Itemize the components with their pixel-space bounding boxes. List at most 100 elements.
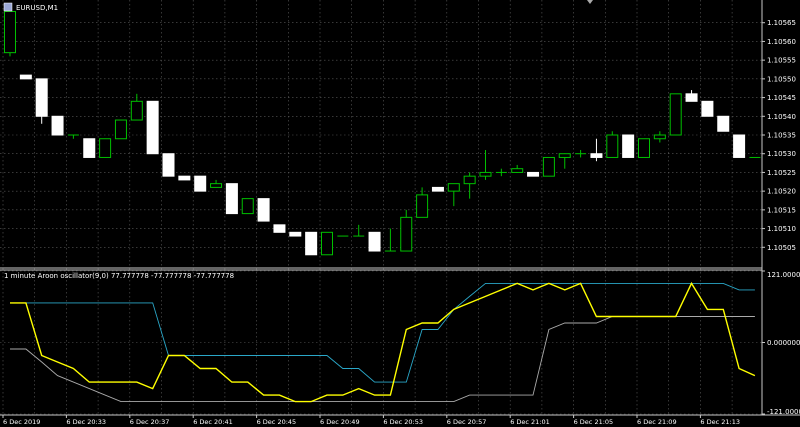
candle (67, 134, 79, 139)
candle-body (416, 194, 429, 218)
candle-body (733, 134, 746, 158)
candle-body (225, 183, 238, 215)
candle (479, 149, 492, 180)
candle (463, 172, 476, 199)
candle (622, 134, 635, 158)
aroon-series (10, 281, 756, 403)
candle (83, 138, 96, 158)
time-tick-label: 6 Dec 21:13 (700, 418, 740, 426)
candle-body (511, 168, 524, 173)
candle-body (35, 78, 48, 117)
candle-body (542, 156, 555, 177)
indicator-tick-label: 121.000000 (767, 271, 800, 279)
candle (669, 93, 682, 136)
candle (178, 175, 191, 181)
candle (162, 153, 175, 177)
candle (35, 78, 48, 124)
candle (273, 224, 286, 233)
candle (638, 138, 650, 158)
candle (353, 224, 365, 237)
candle (19, 74, 32, 80)
time-tick-label: 6 Dec 20:53 (383, 418, 423, 426)
candle (4, 10, 16, 57)
candle (225, 183, 238, 215)
candle (289, 231, 302, 237)
indicator-axis-labels: 121.000000 0.000000 -121.000000 (762, 270, 800, 416)
time-tick-label: 6 Dec 21:09 (637, 418, 677, 426)
price-tick-label: 1.10505 (767, 244, 796, 252)
price-tick-label: 1.10545 (767, 94, 796, 102)
candle-body (99, 138, 112, 158)
candle-body (114, 119, 127, 140)
candle (51, 115, 64, 136)
time-tick-label: 6 Dec 21:01 (510, 418, 550, 426)
candle-body (51, 115, 64, 136)
candle (733, 134, 746, 158)
candle (511, 164, 524, 173)
candle-body (305, 231, 318, 256)
candle-body (622, 134, 635, 158)
candle-body (479, 171, 492, 177)
chart-canvas[interactable]: 1.10565 1.10560 1.10555 1.10550 1.10545 1.105… (0, 0, 800, 427)
symbol-title: EURUSD,M1 (16, 4, 58, 12)
candle (717, 115, 730, 132)
candlestick-series (4, 10, 761, 256)
candle-body (606, 134, 619, 158)
candle (575, 149, 587, 158)
candle-body (463, 175, 476, 185)
candle (653, 131, 666, 143)
price-tick-label: 1.10535 (767, 132, 796, 140)
candle (194, 175, 207, 192)
candle-body (241, 198, 254, 215)
aroon-up-line (10, 282, 755, 383)
price-axis-labels: 1.10565 1.10560 1.10555 1.10550 1.10545 1.105… (762, 19, 796, 252)
price-tick-label: 1.10555 (767, 57, 796, 65)
price-tick-label: 1.10510 (767, 225, 796, 233)
candle-body (289, 231, 302, 237)
candle-body (400, 216, 413, 252)
candle (368, 231, 381, 252)
candle (257, 198, 270, 222)
candle-body (638, 138, 650, 158)
scroll-marker-icon[interactable] (587, 0, 593, 4)
candle (400, 209, 413, 252)
candle (321, 231, 333, 256)
candle-body (273, 224, 286, 233)
candle-body (4, 10, 16, 54)
time-axis-labels: 6 Dec 2019 6 Dec 20:33 6 Dec 20:37 6 Dec 20… (2, 415, 740, 426)
candle (590, 138, 603, 162)
candle (114, 119, 127, 140)
candle-body (321, 231, 333, 256)
indicator-horizontal-grid (0, 270, 762, 415)
candle-body (447, 183, 460, 192)
candle (558, 153, 571, 169)
candle (384, 228, 396, 252)
indicator-title: 1 minute Aroon oscillator(9,0) 77.777778… (4, 272, 234, 280)
candle (99, 138, 112, 158)
candle-body (717, 115, 730, 132)
time-tick-label: 6 Dec 20:37 (130, 418, 170, 426)
time-tick-label: 6 Dec 20:57 (447, 418, 487, 426)
chart-window: 1.10565 1.10560 1.10555 1.10550 1.10545 1.105… (0, 0, 800, 427)
candle-body (83, 138, 96, 158)
price-tick-label: 1.10525 (767, 169, 796, 177)
candle-body (130, 100, 143, 121)
candle-body (368, 231, 381, 252)
time-tick-label: 6 Dec 2019 (3, 418, 40, 426)
symbol-icon (3, 2, 13, 12)
candle (431, 186, 444, 192)
candle (542, 156, 555, 177)
candle (527, 171, 540, 177)
candle-body (257, 198, 270, 222)
candle-body (162, 153, 175, 177)
price-tick-label: 1.10550 (767, 75, 796, 83)
candle (606, 131, 619, 158)
candle (685, 90, 698, 102)
candle-body (527, 171, 540, 177)
candle-body (146, 100, 159, 155)
candle (495, 168, 507, 177)
time-tick-label: 6 Dec 20:49 (320, 418, 360, 426)
candle (210, 179, 223, 188)
aroon-down-line (10, 316, 755, 403)
price-tick-label: 1.10565 (767, 19, 796, 27)
